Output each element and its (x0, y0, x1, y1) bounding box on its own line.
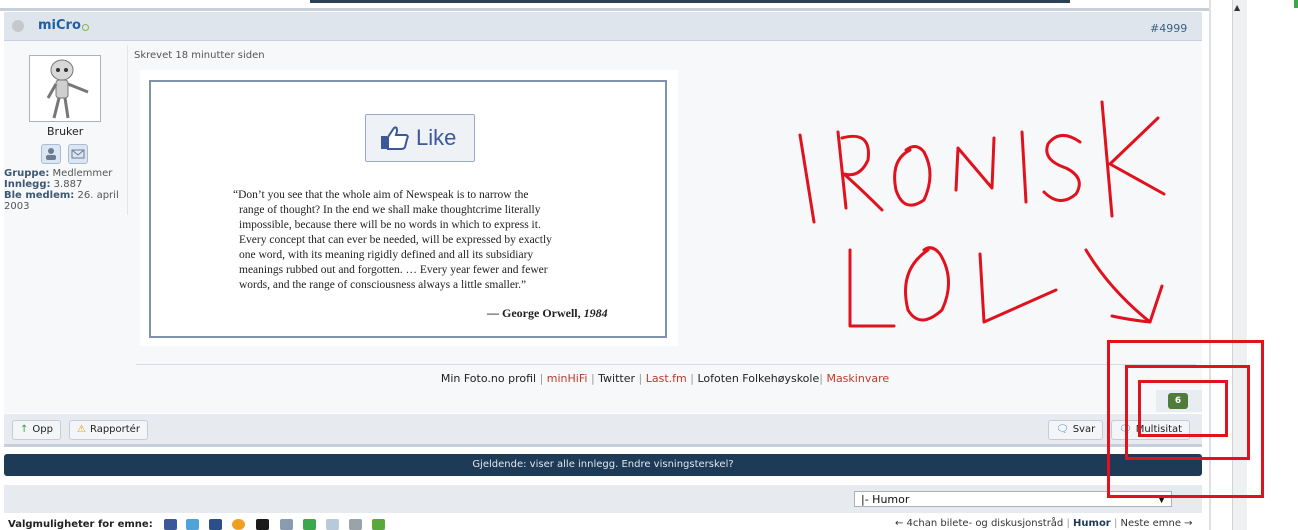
quote-line: range of thought? In the end we shall ma… (239, 204, 541, 216)
youtube-icon[interactable] (186, 519, 199, 530)
topic-navigation: ← 4chan bilete- og diskusjonstråd | Humo… (895, 518, 1193, 529)
quote-frame: Like “Don’t you see that the whole aim o… (149, 80, 667, 338)
delicious-icon[interactable] (256, 519, 269, 530)
myspace-icon[interactable] (209, 519, 222, 530)
user-status-icon (12, 20, 24, 32)
facebook-icon[interactable] (164, 519, 177, 530)
reply-icon: 🗨 (1056, 424, 1069, 435)
quote-image: Like “Don’t you see that the whole aim o… (140, 70, 678, 346)
post-timestamp: Skrevet 18 minutter siden (134, 50, 265, 61)
user-rank: Bruker (47, 125, 84, 138)
orwell-quote: “Don’t you see that the whole aim of New… (233, 188, 599, 293)
signature-link-twitter[interactable]: Twitter (598, 372, 635, 385)
post-footer (4, 414, 1202, 447)
user-info: Gruppe: Medlemmer Innlegg: 3.887 Ble med… (4, 168, 124, 212)
reply-label: Svar (1072, 424, 1096, 435)
joined-label: Ble medlem: (4, 190, 75, 201)
quote-line: words, and the range of consciousness al… (239, 279, 527, 291)
reply-button[interactable]: 🗨 Svar (1048, 420, 1104, 440)
message-icon[interactable] (68, 144, 88, 164)
group-label: Gruppe: (4, 168, 50, 179)
top-border (0, 0, 1210, 11)
like-text: Like (416, 125, 457, 150)
attribution-author: — George Orwell, (487, 306, 581, 320)
warning-icon: ⚠ (77, 424, 86, 435)
next-topic-link[interactable]: Neste emne → (1121, 518, 1193, 529)
signature-link-minhifi[interactable]: minHiFi (547, 372, 588, 385)
window-edge (1294, 0, 1298, 8)
quote-attribution: — George Orwell, 1984 (487, 306, 608, 321)
technorati-icon[interactable] (303, 519, 316, 530)
scroll-up-icon[interactable]: ▲ (1234, 3, 1240, 12)
print-icon[interactable] (349, 519, 362, 530)
thumbs-up-icon (381, 126, 409, 150)
quote-line: “Don’t you see that the whole aim of New… (233, 189, 529, 201)
avatar[interactable] (29, 55, 101, 122)
hand-drawn-annotation (798, 100, 1166, 328)
quote-line: meanings rubbed out and forgotten. … Eve… (239, 264, 548, 276)
email-icon[interactable] (326, 519, 339, 530)
previous-topic-link[interactable]: ← 4chan bilete- og diskusjonstråd (895, 518, 1063, 529)
post-header (4, 12, 1202, 41)
up-label: Opp (32, 424, 53, 435)
report-label: Rapportér (89, 424, 140, 435)
online-indicator-icon (82, 24, 89, 31)
report-button[interactable]: ⚠ Rapportér (69, 420, 148, 440)
posts-value: 3.887 (53, 179, 83, 190)
profile-icon[interactable] (41, 144, 61, 164)
quote-line: one word, with its meaning rigidly defin… (239, 249, 534, 261)
attribution-title: 1984 (583, 306, 608, 320)
filter-bar[interactable]: Gjeldende: viser alle innlegg. Endre vis… (4, 454, 1202, 476)
signature: Min Foto.no profil | minHiFi | Twitter |… (440, 372, 890, 385)
signature-link-lofoten[interactable]: Lofoten Folkehøyskole (697, 372, 819, 385)
quote-line: Every concept that can ever be needed, w… (239, 234, 552, 246)
like-graphic: Like (365, 114, 475, 162)
signature-link-foto[interactable]: Min Foto.no profil (441, 372, 536, 385)
author-link[interactable]: miCro (38, 18, 81, 33)
post-number-link[interactable]: #4999 (1150, 22, 1187, 35)
top-border-dark (310, 0, 1070, 3)
digg-icon[interactable] (280, 519, 293, 530)
signature-divider (136, 364, 1196, 365)
current-forum-link[interactable]: Humor (1073, 518, 1111, 529)
posts-label: Innlegg: (4, 179, 51, 190)
arrow-up-icon: ↑ (20, 424, 29, 435)
signature-link-maskinvare[interactable]: Maskinvare (826, 372, 889, 385)
download-icon[interactable] (372, 519, 385, 530)
signature-link-lastfm[interactable]: Last.fm (646, 372, 687, 385)
google-icon[interactable] (232, 519, 245, 530)
forum-select-value: |- Humor (861, 493, 910, 506)
group-value: Medlemmer (52, 168, 113, 179)
robot-avatar-icon (46, 59, 89, 119)
highlight-rectangle (1138, 380, 1228, 437)
column-divider (127, 45, 128, 215)
topic-options-label: Valgmuligheter for emne: (8, 519, 153, 530)
quote-line: impossible, because there will be no wor… (239, 219, 541, 231)
up-button[interactable]: ↑ Opp (12, 420, 61, 440)
